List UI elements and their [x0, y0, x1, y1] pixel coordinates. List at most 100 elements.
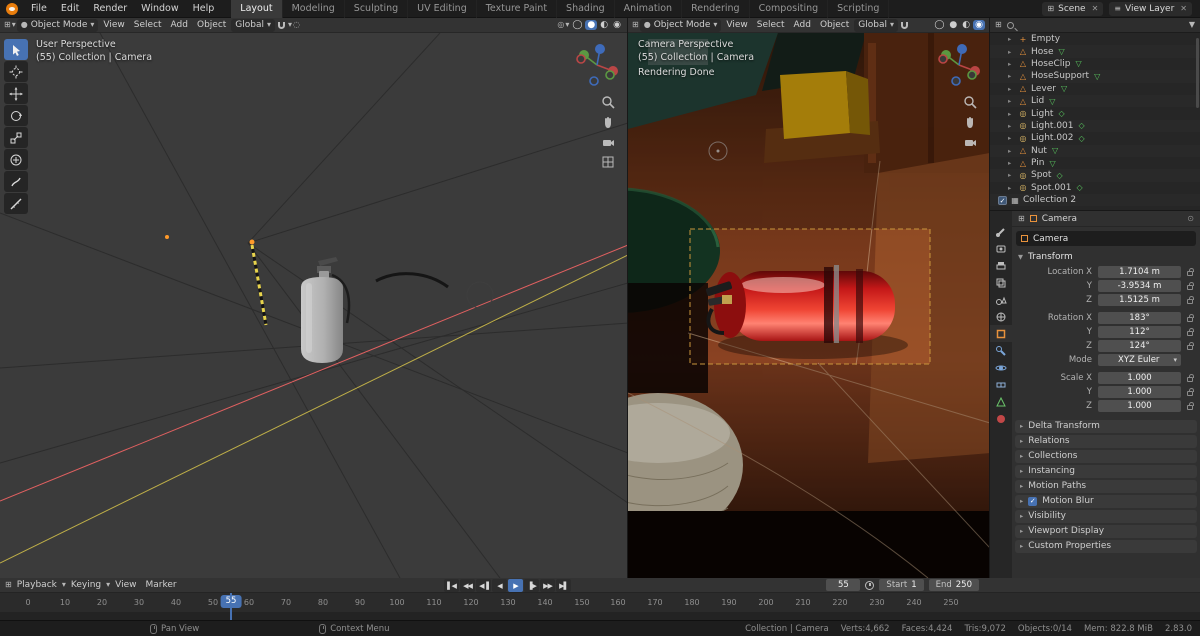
editor-type-icon[interactable]: ⊞ — [4, 21, 11, 29]
rotation-z-input[interactable]: 124° — [1098, 339, 1181, 352]
timeline-ruler[interactable]: 0 10 20 30 40 50 60 70 80 90 100 110 120… — [0, 593, 1200, 612]
editor-type-icon[interactable]: ⊞ — [5, 581, 12, 589]
keying-menu[interactable]: Keying — [67, 580, 105, 590]
expand-arrow-icon[interactable]: ▸ — [1008, 134, 1015, 142]
outliner-item-hose[interactable]: ▸ △ Hose ▽ — [990, 45, 1200, 58]
zoom-icon[interactable] — [963, 95, 977, 109]
tab-constraints[interactable] — [990, 376, 1012, 393]
shading-wireframe-icon[interactable]: ◯ — [932, 20, 946, 30]
current-frame-input[interactable]: 55 — [826, 579, 861, 591]
workspace-tab-layout[interactable]: Layout — [231, 0, 283, 18]
editor-type-icon[interactable]: ⊞ — [632, 21, 639, 29]
move-tool[interactable] — [4, 83, 28, 104]
tab-physics[interactable] — [990, 359, 1012, 376]
annotate-tool[interactable] — [4, 171, 28, 192]
view-layer-selector[interactable]: ≡ View Layer ✕ — [1109, 1, 1192, 16]
viewport-right-body[interactable]: Camera Perspective (55) Collection | Cam… — [628, 33, 989, 578]
next-keyframe-button[interactable]: ▶▶ — [540, 579, 555, 592]
object-menu[interactable]: Object — [193, 20, 230, 30]
camera-view-icon[interactable] — [601, 135, 615, 149]
tab-scene[interactable] — [990, 291, 1012, 308]
start-frame-input[interactable]: Start 1 — [879, 579, 924, 591]
expand-arrow-icon[interactable]: ▸ — [1008, 72, 1015, 80]
expand-arrow-icon[interactable]: ▸ — [1008, 85, 1015, 93]
section-motion-blur[interactable]: ▸ ✓ Motion Blur — [1015, 494, 1197, 508]
menu-render[interactable]: Render — [86, 0, 134, 18]
tab-output[interactable] — [990, 257, 1012, 274]
hose-object[interactable] — [375, 272, 449, 289]
outliner-item-light-002[interactable]: ▸ ◎ Light.002 ◇ — [990, 132, 1200, 144]
area-light-gizmo[interactable] — [249, 239, 268, 326]
measure-tool[interactable] — [4, 193, 28, 214]
lock-icon[interactable] — [1184, 387, 1196, 396]
outliner-item-lever[interactable]: ▸ △ Lever ▽ — [990, 83, 1200, 95]
orientation-dropdown[interactable]: Global ▾ — [231, 18, 276, 32]
transform-tool[interactable] — [4, 149, 28, 170]
rendered-camera-view[interactable] — [628, 33, 989, 578]
outliner-item-hosesupport[interactable]: ▸ △ HoseSupport ▽ — [990, 70, 1200, 83]
location-x-input[interactable]: 1.7104 m — [1098, 265, 1181, 278]
shading-material-icon[interactable]: ◐ — [598, 20, 610, 30]
expand-arrow-icon[interactable]: ▸ — [1008, 159, 1015, 167]
scale-tool[interactable] — [4, 127, 28, 148]
empty-origin-dot[interactable] — [165, 235, 169, 239]
outliner-item-light[interactable]: ▸ ◎ Light ◇ — [990, 107, 1200, 119]
lock-icon[interactable] — [1184, 313, 1196, 322]
rotation-mode-dropdown[interactable]: XYZ Euler ▾ — [1098, 353, 1181, 366]
scene-unlink-icon[interactable]: ✕ — [1090, 4, 1099, 13]
tab-view-layer[interactable] — [990, 274, 1012, 291]
timeline-track-area[interactable] — [0, 612, 1200, 620]
section-delta-transform[interactable]: ▸ Delta Transform — [1015, 419, 1197, 433]
mode-dropdown[interactable]: ● Object Mode ▾ — [639, 18, 722, 32]
section-relations[interactable]: ▸ Relations — [1015, 434, 1197, 448]
expand-arrow-icon[interactable]: ▸ — [1008, 147, 1015, 155]
menu-window[interactable]: Window — [134, 0, 185, 18]
editor-type-icon[interactable]: ⊞ — [995, 21, 1002, 29]
play-reverse-button[interactable]: ◀ — [492, 579, 507, 592]
menu-edit[interactable]: Edit — [54, 0, 86, 18]
location-y-input[interactable]: -3.9534 m — [1098, 279, 1181, 292]
workspace-tab-scripting[interactable]: Scripting — [828, 0, 890, 18]
mode-dropdown[interactable]: ● Object Mode ▾ — [16, 18, 99, 32]
expand-arrow-icon[interactable]: ▸ — [1008, 35, 1015, 43]
lock-icon[interactable] — [1184, 295, 1196, 304]
overlays-dropdown-icon[interactable]: ▾ — [565, 21, 569, 29]
section-collections[interactable]: ▸ Collections — [1015, 449, 1197, 463]
grid-ortho-icon[interactable] — [601, 155, 615, 169]
object-menu[interactable]: Object — [816, 20, 853, 30]
outliner-item-spot[interactable]: ▸ ◎ Spot ◇ — [990, 169, 1200, 182]
view-menu[interactable]: View — [111, 580, 140, 590]
tab-render[interactable] — [990, 240, 1012, 257]
select-menu[interactable]: Select — [753, 20, 789, 30]
pan-hand-icon[interactable] — [601, 115, 615, 129]
editor-dropdown-icon[interactable]: ▾ — [12, 21, 16, 29]
prev-frame-button[interactable]: ◀▐ — [476, 579, 491, 592]
menu-file[interactable]: File — [24, 0, 54, 18]
add-menu[interactable]: Add — [790, 20, 815, 30]
view-layer-unlink-icon[interactable]: ✕ — [1178, 4, 1187, 13]
axis-navigation-gizmo[interactable] — [571, 39, 623, 91]
jump-to-end-button[interactable]: ▶▌ — [556, 579, 571, 592]
outliner-item-spot-001[interactable]: ▸ ◎ Spot.001 ◇ — [990, 182, 1200, 194]
transform-section-header[interactable]: ▼ Transform — [1012, 250, 1200, 264]
shading-solid-icon[interactable]: ● — [585, 20, 598, 30]
end-frame-input[interactable]: End 250 — [928, 579, 979, 591]
section-viewport-display[interactable]: ▸ Viewport Display — [1015, 524, 1197, 538]
outliner-item-collection-2[interactable]: ✓ ▦ Collection 2 — [990, 194, 1200, 207]
outliner-item-empty[interactable]: ▸ + Empty — [990, 33, 1200, 45]
next-frame-button[interactable]: ▐▶ — [524, 579, 539, 592]
scale-y-input[interactable]: 1.000 — [1098, 385, 1181, 398]
shading-solid-icon[interactable]: ● — [947, 20, 959, 30]
workspace-tab-texture-paint[interactable]: Texture Paint — [477, 0, 558, 18]
axis-navigation-gizmo[interactable] — [933, 39, 985, 91]
filter-icon[interactable]: ▼ — [1189, 21, 1195, 29]
section-motion-paths[interactable]: ▸ Motion Paths — [1015, 479, 1197, 493]
expand-arrow-icon[interactable]: ▸ — [1008, 48, 1015, 56]
motion-blur-checkbox[interactable]: ✓ — [1028, 496, 1038, 506]
expand-arrow-icon[interactable]: ▸ — [1008, 171, 1015, 179]
scene-selector[interactable]: ⊞ Scene ✕ — [1042, 1, 1104, 16]
outliner-item-nut[interactable]: ▸ △ Nut ▽ — [990, 144, 1200, 157]
outliner-item-hoseclip[interactable]: ▸ △ HoseClip ▽ — [990, 58, 1200, 70]
pin-icon[interactable]: ⊙ — [1187, 214, 1194, 223]
camera-view-icon[interactable] — [963, 135, 977, 149]
